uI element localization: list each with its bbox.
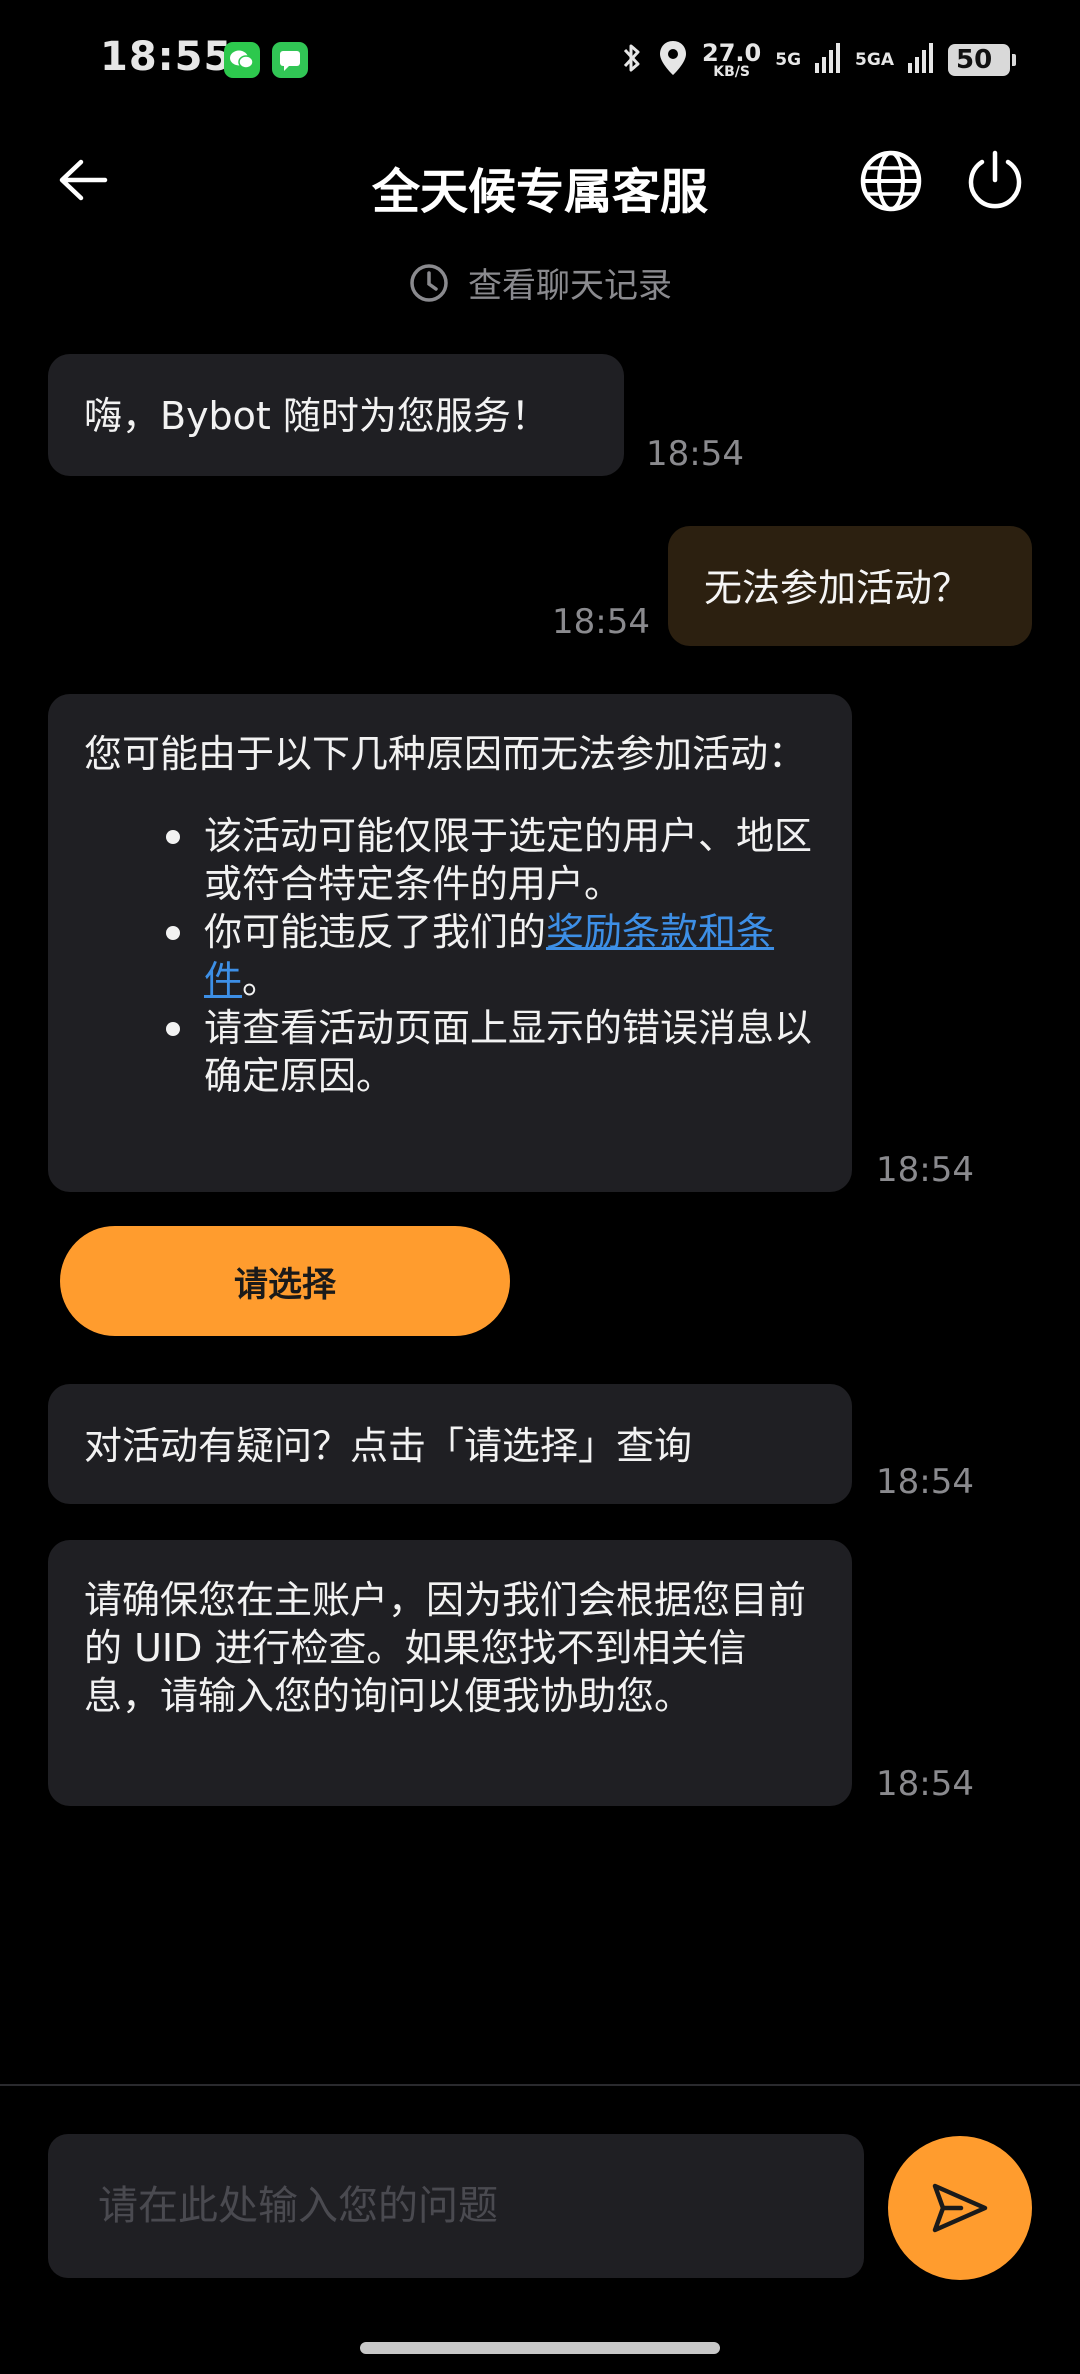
end-chat-button[interactable]	[962, 148, 1028, 214]
reason-list: 该活动可能仅限于选定的用户、地区或符合特定条件的用户。 你可能违反了我们的奖励条…	[84, 812, 816, 1100]
bot-message: 请确保您在主账户，因为我们会根据您目前的 UID 进行检查。如果您找不到相关信息…	[48, 1540, 852, 1806]
message-text: 您可能由于以下几种原因而无法参加活动：	[84, 732, 807, 776]
list-item: 请查看活动页面上显示的错误消息以确定原因。	[166, 1004, 816, 1100]
bot-message: 嗨，Bybot 随时为您服务！	[48, 354, 624, 476]
network-type-1: 5G	[775, 50, 802, 70]
home-indicator[interactable]	[360, 2342, 720, 2354]
message-time: 18:54	[552, 602, 650, 642]
message-text: 对活动有疑问？点击「请选择」查询	[84, 1424, 693, 1468]
speed-unit: KB/S	[713, 64, 750, 80]
signal-icon	[815, 41, 841, 79]
bot-message: 您可能由于以下几种原因而无法参加活动： 该活动可能仅限于选定的用户、地区或符合特…	[48, 694, 852, 1192]
message-time: 18:54	[876, 1150, 974, 1190]
message-icon	[272, 42, 308, 78]
message-time: 18:54	[646, 434, 744, 474]
clock-icon	[410, 263, 448, 302]
send-icon	[932, 2183, 988, 2233]
list-item: 你可能违反了我们的奖励条款和条件。	[166, 908, 816, 1004]
wechat-icon	[224, 42, 260, 78]
list-item-text: 该活动可能仅限于选定的用户、地区或符合特定条件的用户。	[204, 814, 813, 906]
network-speed: 27.0 KB/S	[702, 41, 761, 79]
list-item-text: 请查看活动页面上显示的错误消息以确定原因。	[204, 1006, 813, 1098]
power-icon	[968, 150, 1022, 209]
composer-divider	[0, 2084, 1080, 2086]
list-item-text: 你可能违反了我们的	[204, 910, 547, 954]
question-input[interactable]	[48, 2134, 864, 2278]
message-text: 请确保您在主账户，因为我们会根据您目前的 UID 进行检查。如果您找不到相关信息…	[84, 1578, 807, 1718]
signal-icon	[908, 41, 934, 79]
network-type-2: 5GA	[855, 50, 894, 70]
status-indicators: 27.0 KB/S 5G 5GA 50	[620, 34, 1016, 86]
message-time: 18:54	[876, 1462, 974, 1502]
list-item-text-suffix: 。	[242, 958, 281, 1002]
language-button[interactable]	[858, 148, 924, 214]
status-bar: 18:55 27.0 KB/S 5G 5GA 50	[0, 0, 1080, 120]
view-history-label: 查看聊天记录	[468, 266, 672, 306]
status-time: 18:55	[100, 34, 233, 80]
globe-icon	[860, 150, 922, 212]
message-text: 嗨，Bybot 随时为您服务！	[84, 394, 549, 438]
choose-button[interactable]: 请选择	[60, 1226, 510, 1336]
message-text: 无法参加活动？	[704, 566, 971, 610]
bot-message: 对活动有疑问？点击「请选择」查询	[48, 1384, 852, 1504]
chat-screen: 18:55 27.0 KB/S 5G 5GA 50 全天候专属客服 查看聊天记录…	[0, 0, 1080, 2374]
user-message: 无法参加活动？	[668, 526, 1032, 646]
chat-header: 全天候专属客服	[0, 120, 1080, 240]
message-time: 18:54	[876, 1764, 974, 1804]
location-icon	[658, 39, 688, 81]
battery-icon: 50	[948, 44, 1016, 76]
speed-value: 27.0	[702, 39, 762, 67]
bluetooth-icon	[620, 40, 644, 80]
send-button[interactable]	[888, 2136, 1032, 2280]
list-item: 该活动可能仅限于选定的用户、地区或符合特定条件的用户。	[166, 812, 816, 908]
view-history-link[interactable]: 查看聊天记录	[0, 258, 1080, 307]
